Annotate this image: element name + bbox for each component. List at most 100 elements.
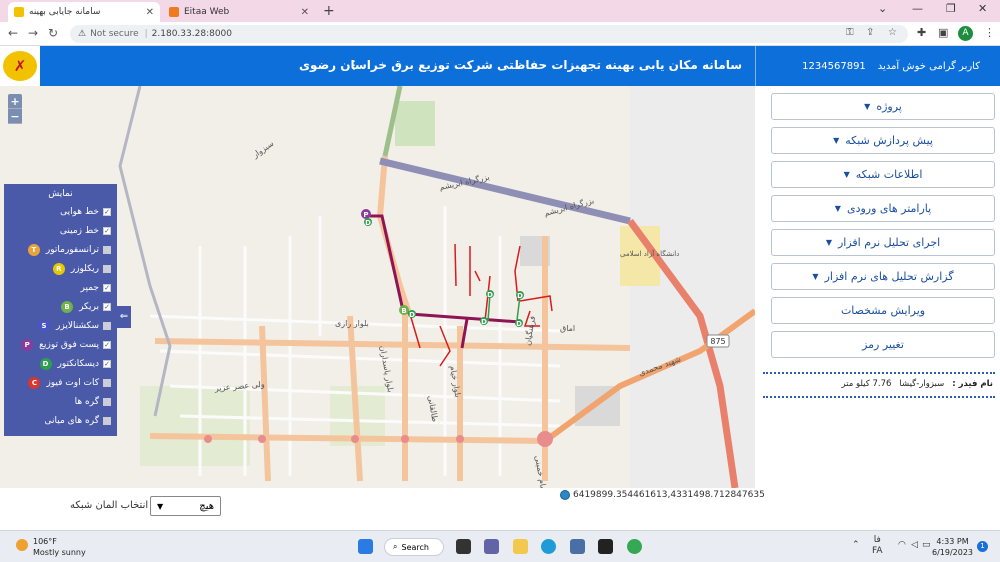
- minimize-icon[interactable]: —: [912, 2, 923, 15]
- layer-label: دیسکانکتور: [57, 358, 99, 369]
- notification-badge[interactable]: 1: [977, 541, 988, 552]
- layer-checkbox[interactable]: ✓: [103, 207, 111, 216]
- layer-checkbox[interactable]: ✓: [103, 359, 111, 368]
- file-explorer-icon[interactable]: [513, 539, 528, 554]
- layer-row[interactable]: ✓ بریکر B: [4, 297, 117, 316]
- menu-button[interactable]: تغییر رمز: [771, 331, 995, 358]
- tab-eitaa[interactable]: Eitaa Web ✕: [163, 2, 315, 22]
- divider: [763, 396, 995, 398]
- warning-icon[interactable]: ⚠: [78, 29, 86, 39]
- key-icon[interactable]: ⚿: [846, 27, 854, 38]
- layer-badge-icon: T: [27, 243, 40, 256]
- close-tab-icon[interactable]: ✕: [301, 7, 309, 18]
- layer-checkbox[interactable]: ✓: [103, 226, 111, 235]
- sidebar-icon[interactable]: ▣: [938, 26, 948, 39]
- layer-row[interactable]: ✓ دیسکانکتور D: [4, 354, 117, 373]
- browser-menu-icon[interactable]: ⋮: [984, 26, 995, 39]
- layers-header: نمایش: [48, 189, 73, 199]
- svg-text:D: D: [516, 320, 522, 328]
- layer-checkbox[interactable]: ✓: [103, 302, 111, 311]
- close-tab-icon[interactable]: ✕: [146, 7, 154, 18]
- menu-button-label: تغییر رمز: [862, 338, 904, 351]
- zoom-in-button[interactable]: +: [8, 94, 22, 109]
- forward-icon[interactable]: →: [28, 26, 38, 40]
- layer-label: جمپر: [80, 282, 99, 293]
- svg-text:D: D: [517, 292, 523, 300]
- menu-button[interactable]: پارامتر های ورودی ▼: [771, 195, 995, 222]
- layer-checkbox[interactable]: [103, 264, 111, 273]
- layer-row[interactable]: ✓ خط هوایی: [4, 202, 117, 221]
- tab-title: سامانه جایابی بهینه: [29, 7, 101, 17]
- battery-icon[interactable]: ▭: [922, 540, 931, 550]
- menu-button[interactable]: اجرای تحلیل نرم افزار ▼: [771, 229, 995, 256]
- layer-checkbox[interactable]: [103, 245, 111, 254]
- lang-line2: FA: [872, 546, 883, 556]
- menu-button[interactable]: پروژه ▼: [771, 93, 995, 120]
- layer-checkbox[interactable]: [103, 416, 111, 425]
- back-icon[interactable]: ←: [8, 26, 18, 40]
- layer-row[interactable]: ریکلوزر R: [4, 259, 117, 278]
- close-window-icon[interactable]: ✕: [978, 2, 987, 15]
- layer-checkbox[interactable]: [103, 378, 111, 387]
- layer-row[interactable]: ✓ پست فوق توزیع P: [4, 335, 117, 354]
- layer-row[interactable]: ✓ خط زمینی: [4, 221, 117, 240]
- layer-row[interactable]: گره های میانی: [4, 411, 117, 430]
- layer-row[interactable]: سکشنالایزر S: [4, 316, 117, 335]
- separator: |: [144, 29, 148, 39]
- caret-down-icon: ▼: [864, 102, 871, 111]
- layer-checkbox[interactable]: [103, 397, 111, 406]
- tab-sameneh[interactable]: سامانه جایابی بهینه ✕: [8, 2, 160, 22]
- chat-icon[interactable]: [484, 539, 499, 554]
- taskbar-search[interactable]: ⌕ Search: [384, 538, 444, 556]
- chevron-up-icon[interactable]: ⌃: [852, 540, 860, 550]
- zoom-control: + −: [8, 94, 22, 124]
- clock[interactable]: 4:33 PM 6/19/2023: [932, 536, 973, 558]
- browser-tab-strip: سامانه جایابی بهینه ✕ Eitaa Web ✕ + ⌄ — …: [0, 0, 1000, 22]
- layer-row[interactable]: کات اوت فیوز C: [4, 373, 117, 392]
- layer-row[interactable]: ✓ جمپر: [4, 278, 117, 297]
- layer-row[interactable]: گره ها: [4, 392, 117, 411]
- chevron-down-icon[interactable]: ⌄: [878, 2, 887, 15]
- road-number-label: 875: [710, 337, 725, 346]
- speaker-icon[interactable]: ◁: [911, 540, 918, 550]
- edge-icon[interactable]: [541, 539, 556, 554]
- restore-icon[interactable]: ❐: [946, 2, 956, 15]
- share-icon[interactable]: ⇪: [866, 27, 874, 38]
- new-tab-button[interactable]: +: [323, 3, 335, 19]
- app-header: ✗ ⋮ سامانه مکان یابی بهینه تجهیزات حفاظت…: [0, 46, 1000, 86]
- layer-checkbox[interactable]: ✓: [103, 283, 111, 292]
- extensions-icon[interactable]: ✚: [917, 26, 926, 39]
- menu-button[interactable]: ویرایش مشخصات: [771, 297, 995, 324]
- star-icon[interactable]: ☆: [888, 27, 897, 38]
- layer-checkbox[interactable]: ✓: [103, 340, 111, 349]
- reload-icon[interactable]: ↻: [48, 26, 58, 40]
- caret-down-icon: ▼: [825, 238, 832, 247]
- user-greeting: کاربر گرامی خوش آمدید 1234567891: [755, 46, 1000, 86]
- profile-avatar[interactable]: A: [958, 26, 973, 41]
- network-element-select[interactable]: هیچ ▼: [150, 496, 221, 516]
- wifi-icon[interactable]: ◠: [898, 540, 906, 550]
- map-view[interactable]: P D B D D D D D 875 بزرگراه ابریشم بزرگر…: [0, 86, 755, 488]
- select-value: هیچ: [199, 500, 214, 512]
- windows-start-icon[interactable]: [358, 539, 373, 554]
- url-field[interactable]: ⚠ Not secure | 2.180.33.28:8000 ⚿ ⇪ ☆: [70, 25, 908, 43]
- coordinate-readout: 6419899.354461613,4331498.712847635: [560, 490, 765, 500]
- menu-button[interactable]: گزارش تحلیل های نرم افزار ▼: [771, 263, 995, 290]
- network-app-icon[interactable]: [570, 539, 585, 554]
- task-view-icon[interactable]: [456, 539, 471, 554]
- layer-checkbox[interactable]: [103, 321, 111, 330]
- collapse-panel-button[interactable]: ⇐: [117, 306, 131, 328]
- layer-row[interactable]: ترانسفورماتور T: [4, 240, 117, 259]
- layer-label: خط زمینی: [59, 225, 99, 236]
- globe-icon: [560, 490, 570, 500]
- layer-badge-icon: D: [39, 357, 52, 370]
- terminal-icon[interactable]: [598, 539, 613, 554]
- coordinate-text: 6419899.354461613,4331498.712847635: [573, 490, 765, 500]
- menu-button[interactable]: اطلاعات شبکه ▼: [771, 161, 995, 188]
- zoom-out-button[interactable]: −: [8, 109, 22, 124]
- weather-widget[interactable]: 106°F Mostly sunny: [16, 536, 86, 558]
- menu-button[interactable]: پیش پردازش شبکه ▼: [771, 127, 995, 154]
- clock-date: 6/19/2023: [932, 548, 974, 557]
- chrome-icon[interactable]: [627, 539, 642, 554]
- language-indicator[interactable]: فا FA: [872, 535, 883, 557]
